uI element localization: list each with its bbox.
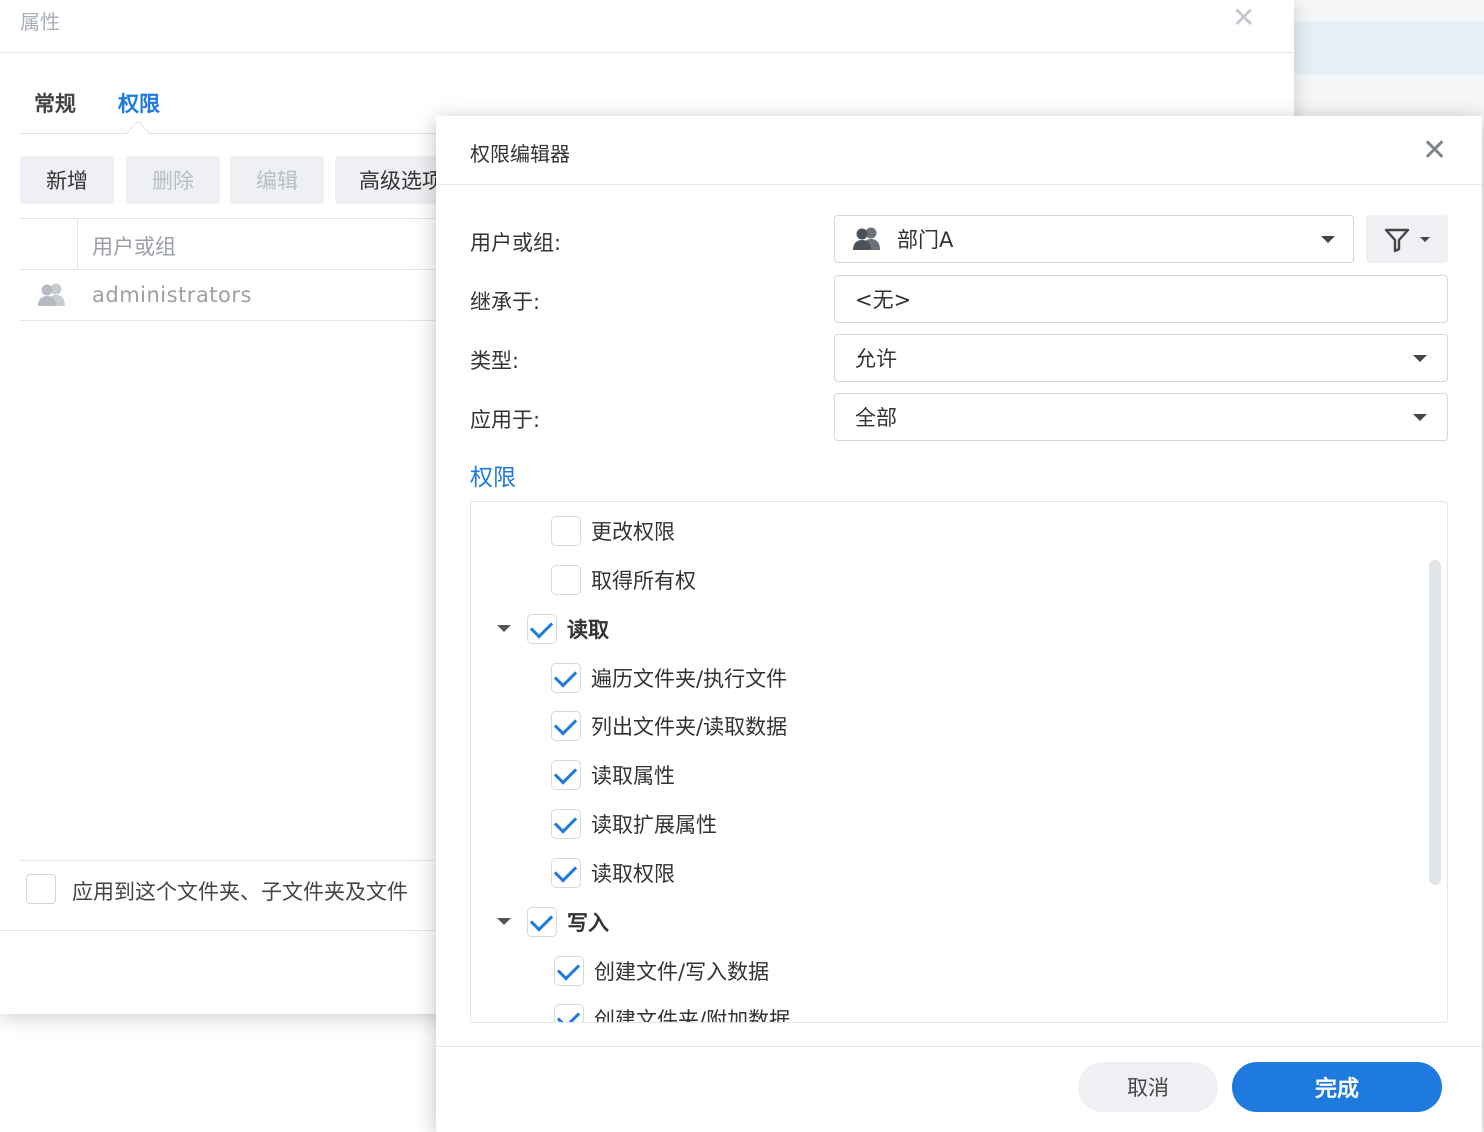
type-label: 类型: (470, 349, 520, 373)
apply-to-value: 全部 (855, 406, 897, 430)
permission-create-files[interactable]: 创建文件/写入数据 (554, 954, 769, 988)
checkbox[interactable] (527, 907, 557, 937)
tab-permissions[interactable]: 权限 (118, 88, 160, 118)
group-icon (36, 282, 68, 312)
permission-change-permissions[interactable]: 更改权限 (551, 514, 675, 548)
divider (20, 320, 440, 321)
user-or-group-select[interactable]: 部门A (834, 215, 1354, 263)
cancel-button[interactable]: 取消 (1078, 1062, 1218, 1112)
permission-label: 创建文件夹/附加数据 (594, 1008, 791, 1023)
filter-button[interactable] (1366, 215, 1448, 263)
chevron-down-icon (1321, 236, 1335, 243)
checkbox[interactable] (551, 858, 581, 888)
apply-to-subfolders-checkbox[interactable] (26, 874, 56, 904)
tab-general[interactable]: 常规 (34, 88, 76, 118)
permissions-section-title: 权限 (470, 465, 516, 491)
divider (0, 52, 1294, 53)
collapse-read-icon[interactable] (497, 625, 511, 632)
checkbox[interactable] (554, 1004, 584, 1022)
inherited-from-value: <无> (855, 288, 912, 312)
checkbox[interactable] (551, 809, 581, 839)
background-selected-row (1294, 22, 1484, 74)
permission-group-read[interactable]: 读取 (527, 612, 609, 646)
permission-create-folders[interactable]: 创建文件夹/附加数据 (554, 1002, 791, 1023)
inherited-from-field: <无> (834, 275, 1448, 323)
done-button[interactable]: 完成 (1232, 1062, 1442, 1112)
add-button[interactable]: 新增 (20, 156, 114, 204)
permission-group-write[interactable]: 写入 (527, 905, 609, 939)
permission-label: 读取权限 (591, 862, 675, 886)
divider (436, 184, 1482, 185)
user-or-group-value: 部门A (897, 228, 954, 252)
permission-label: 列出文件夹/读取数据 (591, 715, 788, 739)
type-select[interactable]: 允许 (834, 334, 1448, 382)
permission-read-permissions[interactable]: 读取权限 (551, 856, 675, 890)
chevron-down-icon (1413, 355, 1427, 362)
permissions-list: 更改权限 取得所有权 读取 遍历文件夹/执行文件 列出文件夹/读取数据 读取属性… (470, 501, 1448, 1023)
user-or-group-label: 用户或组: (470, 231, 562, 255)
inherited-from-label: 继承于: (470, 290, 541, 314)
checkbox[interactable] (554, 956, 584, 986)
tab-active-indicator (126, 120, 150, 144)
permission-list-folder[interactable]: 列出文件夹/读取数据 (551, 709, 787, 743)
tab-underline (20, 133, 440, 134)
divider (20, 269, 440, 270)
properties-close-icon[interactable]: ✕ (1232, 4, 1255, 32)
permission-label: 遍历文件夹/执行文件 (591, 667, 788, 691)
chevron-down-icon (1420, 237, 1430, 242)
dialog-title: 权限编辑器 (470, 142, 570, 166)
properties-title: 属性 (20, 10, 60, 34)
filter-icon (1384, 228, 1410, 253)
checkbox[interactable] (527, 614, 557, 644)
permission-label: 取得所有权 (591, 569, 696, 593)
type-value: 允许 (855, 347, 897, 371)
permission-label: 读取 (567, 618, 609, 642)
group-icon (851, 226, 883, 252)
permission-label: 读取扩展属性 (591, 813, 717, 837)
apply-to-label: 应用于: (470, 408, 541, 432)
edit-button[interactable]: 编辑 (230, 156, 324, 204)
checkbox[interactable] (551, 565, 581, 595)
permission-label: 写入 (567, 911, 609, 935)
permission-take-ownership[interactable]: 取得所有权 (551, 563, 696, 597)
permission-label: 读取属性 (591, 764, 675, 788)
scrollbar[interactable] (1429, 560, 1441, 885)
table-row[interactable]: administrators (92, 283, 252, 307)
divider (0, 930, 440, 931)
column-divider (77, 219, 78, 269)
close-icon[interactable]: ✕ (1422, 136, 1447, 166)
divider (20, 218, 440, 219)
permission-read-extended-attributes[interactable]: 读取扩展属性 (551, 807, 717, 841)
delete-button[interactable]: 删除 (126, 156, 220, 204)
apply-to-subfolders-label: 应用到这个文件夹、子文件夹及文件 (72, 880, 408, 904)
divider (436, 1046, 1482, 1047)
checkbox[interactable] (551, 516, 581, 546)
collapse-write-icon[interactable] (497, 918, 511, 925)
permission-editor-dialog: 权限编辑器 ✕ 用户或组: 部门A 继承于: <无> 类型: 允许 应用于: 全… (436, 116, 1482, 1132)
apply-to-select[interactable]: 全部 (834, 393, 1448, 441)
checkbox[interactable] (551, 663, 581, 693)
permission-traverse-folder[interactable]: 遍历文件夹/执行文件 (551, 661, 787, 695)
divider (20, 860, 440, 861)
permission-label: 创建文件/写入数据 (594, 960, 770, 984)
checkbox[interactable] (551, 711, 581, 741)
chevron-down-icon (1413, 414, 1427, 421)
permission-read-attributes[interactable]: 读取属性 (551, 758, 675, 792)
checkbox[interactable] (551, 760, 581, 790)
permission-label: 更改权限 (591, 520, 675, 544)
column-header-user-or-group[interactable]: 用户或组 (92, 231, 176, 261)
